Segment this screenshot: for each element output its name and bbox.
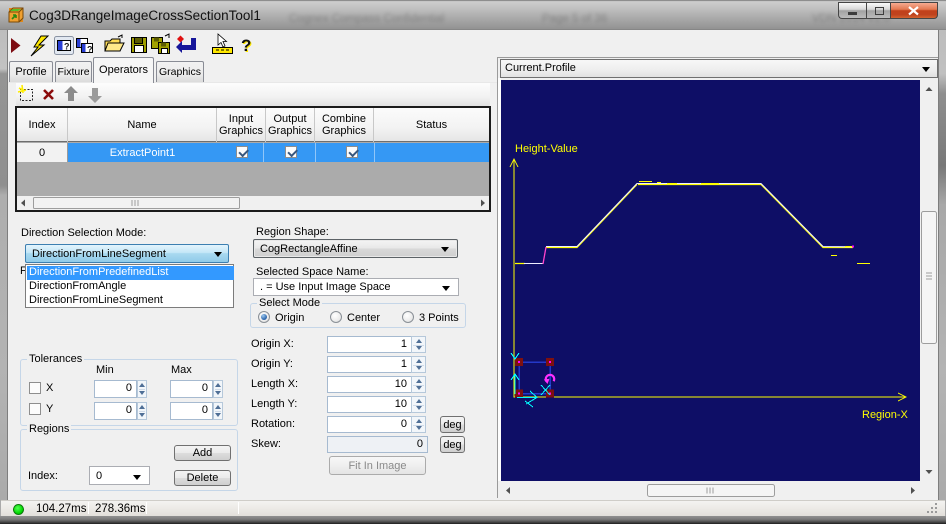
svg-text:Region-X: Region-X xyxy=(862,409,909,421)
svg-text:?: ? xyxy=(64,42,70,52)
svg-text:?: ? xyxy=(87,45,93,55)
svg-text:Height-Value: Height-Value xyxy=(515,143,578,155)
svg-text:?: ? xyxy=(241,36,251,55)
